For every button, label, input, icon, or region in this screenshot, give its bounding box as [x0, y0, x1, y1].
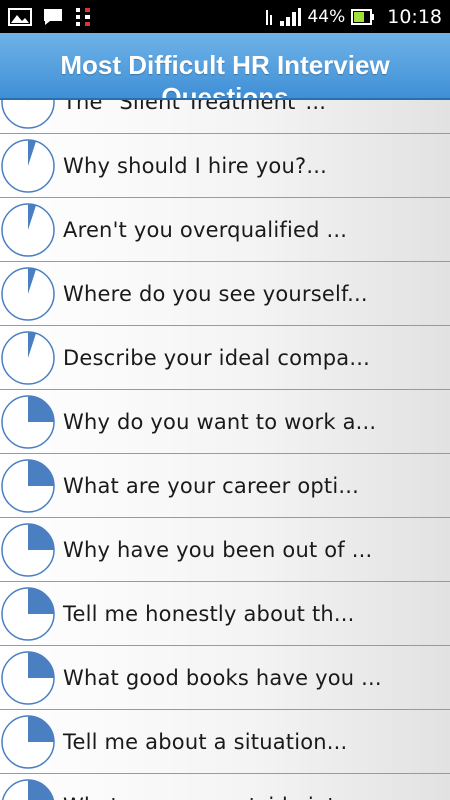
- app-header: Most Difficult HR Interview Questions: [0, 33, 450, 100]
- progress-pie-icon: [0, 394, 56, 450]
- list-item-label: Describe your ideal compa...: [63, 346, 371, 370]
- list-item[interactable]: What good books have you ...: [0, 646, 450, 710]
- progress-pie-icon: [0, 330, 56, 386]
- page-title-line2: Questions: [161, 82, 289, 100]
- list-item-label: What are your outside int...: [63, 774, 356, 800]
- clock: 10:18: [387, 5, 442, 28]
- list-item-label: Why have you been out of ...: [63, 538, 373, 562]
- page-title: Most Difficult HR Interview: [60, 50, 390, 80]
- list-item[interactable]: Describe your ideal compa...: [0, 326, 450, 390]
- gallery-icon: [8, 7, 32, 27]
- list-item[interactable]: What are your career opti...: [0, 454, 450, 518]
- progress-slice: [28, 460, 54, 486]
- progress-slice: [28, 524, 54, 550]
- progress-slice: [28, 396, 54, 422]
- list-item[interactable]: What are your outside int...: [0, 774, 450, 800]
- wifi-icon: [265, 7, 273, 27]
- list-item[interactable]: Where do you see yourself...: [0, 262, 450, 326]
- notification-icons: [8, 6, 92, 28]
- battery-icon: [351, 8, 375, 26]
- list-item[interactable]: Aren't you overqualified ...: [0, 198, 450, 262]
- list-item-label: Tell me about a situation...: [63, 730, 348, 754]
- list-item[interactable]: Why have you been out of ...: [0, 518, 450, 582]
- progress-pie-icon: [0, 778, 56, 800]
- chat-icon: [42, 7, 64, 27]
- progress-pie-icon: [0, 522, 56, 578]
- list-item[interactable]: The "Silent Treatment"...: [0, 100, 450, 134]
- list-item-label: The "Silent Treatment"...: [63, 100, 327, 114]
- progress-pie-icon: [0, 138, 56, 194]
- question-list[interactable]: The "Silent Treatment"... Why should I hi…: [0, 100, 450, 800]
- progress-pie-icon: [0, 650, 56, 706]
- list-item[interactable]: Tell me honestly about th...: [0, 582, 450, 646]
- data-icon: [74, 6, 92, 28]
- progress-pie-icon: [0, 714, 56, 770]
- list-item-label: Where do you see yourself...: [63, 282, 368, 306]
- signal-icon: [279, 7, 302, 27]
- list-item-label: Aren't you overqualified ...: [63, 218, 348, 242]
- progress-pie-icon: [0, 458, 56, 514]
- battery-percent: 44%: [307, 6, 346, 27]
- progress-pie-icon: [0, 100, 56, 130]
- list-item[interactable]: Tell me about a situation...: [0, 710, 450, 774]
- progress-pie-icon: [0, 202, 56, 258]
- list-item[interactable]: Why do you want to work a...: [0, 390, 450, 454]
- progress-slice: [28, 716, 54, 742]
- list-item-label: What good books have you ...: [63, 666, 382, 690]
- progress-pie-icon: [0, 586, 56, 642]
- status-bar: 44% 10:18: [0, 0, 450, 33]
- list-item-label: Tell me honestly about th...: [63, 602, 355, 626]
- list-item-label: Why should I hire you?...: [63, 154, 327, 178]
- progress-slice: [28, 588, 54, 614]
- list-item-label: What are your career opti...: [63, 474, 359, 498]
- progress-slice: [28, 652, 54, 678]
- system-icons: 44% 10:18: [265, 6, 442, 28]
- list-item-label: Why do you want to work a...: [63, 410, 377, 434]
- list-item[interactable]: Why should I hire you?...: [0, 134, 450, 198]
- progress-pie-icon: [0, 266, 56, 322]
